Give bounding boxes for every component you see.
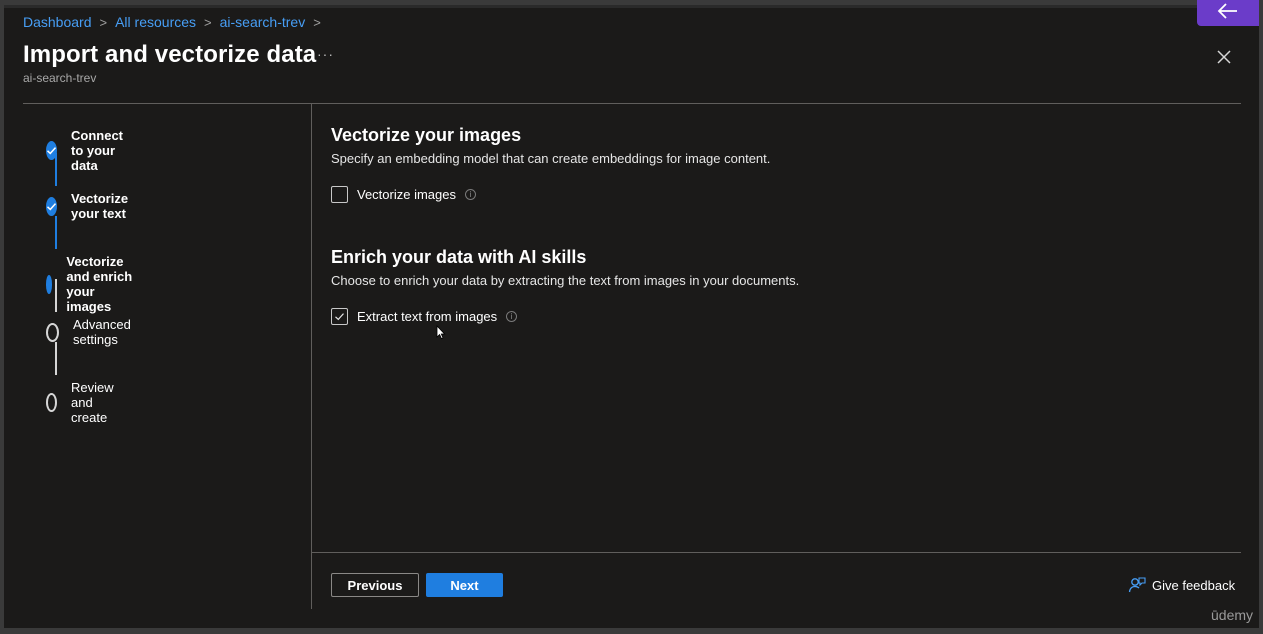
step-connect[interactable]: Connect to your data	[46, 128, 131, 173]
footer-divider	[312, 552, 1241, 553]
step-vectorize-text[interactable]: Vectorize your text	[46, 191, 136, 221]
current-step-icon	[46, 274, 53, 294]
breadcrumb: Dashboard > All resources > ai-search-tr…	[23, 14, 329, 30]
vectorize-description: Specify an embedding model that can crea…	[331, 151, 771, 166]
back-button[interactable]	[1197, 0, 1259, 26]
sidebar-divider	[311, 104, 312, 609]
arrow-left-icon	[1217, 2, 1237, 19]
more-options-button[interactable]: ···	[317, 46, 334, 62]
udemy-watermark: ūdemy	[1211, 607, 1254, 623]
step-connector	[55, 216, 57, 249]
pending-step-icon	[46, 322, 60, 342]
enrich-heading: Enrich your data with AI skills	[331, 247, 587, 267]
breadcrumb-ai-search-trev[interactable]: ai-search-trev	[220, 14, 306, 30]
close-button[interactable]	[1214, 47, 1234, 67]
header-divider	[23, 103, 1241, 104]
checkmark-icon	[335, 313, 344, 321]
import-wizard-blade: Dashboard > All resources > ai-search-tr…	[4, 5, 1259, 628]
next-button[interactable]: Next	[426, 573, 503, 597]
feedback-person-icon	[1128, 577, 1146, 593]
vectorize-images-row: Vectorize images i	[331, 186, 799, 203]
extract-text-label[interactable]: Extract text from images	[357, 309, 497, 324]
info-icon[interactable]: i	[506, 311, 518, 322]
step-label: Review and create	[71, 380, 114, 425]
pending-step-icon	[46, 393, 58, 412]
step-label: Vectorize and enrich your images	[66, 254, 133, 314]
give-feedback-link[interactable]: Give feedback	[1128, 576, 1235, 594]
chevron-right-icon: >	[313, 14, 321, 30]
previous-button[interactable]: Previous	[331, 573, 419, 597]
extract-text-checkbox[interactable]	[331, 308, 348, 325]
give-feedback-label: Give feedback	[1152, 577, 1236, 593]
extract-text-row: Extract text from images i	[331, 308, 799, 325]
step-label: Advanced settings	[73, 317, 131, 347]
step-review-create[interactable]: Review and create	[46, 380, 122, 425]
vectorize-images-label[interactable]: Vectorize images	[357, 187, 456, 202]
breadcrumb-all-resources[interactable]: All resources	[115, 14, 196, 30]
vectorize-images-checkbox[interactable]	[331, 186, 348, 203]
info-icon[interactable]: i	[465, 189, 476, 200]
step-label: Vectorize your text	[71, 191, 129, 221]
main-content: Vectorize your images Specify an embeddi…	[331, 125, 799, 325]
step-label: Connect to your data	[71, 128, 123, 173]
checkmark-icon	[46, 196, 57, 216]
enrich-description: Choose to enrich your data by extracting…	[331, 273, 800, 288]
step-connector	[55, 153, 57, 186]
vectorize-heading: Vectorize your images	[331, 125, 522, 145]
chevron-right-icon: >	[99, 14, 108, 30]
step-advanced-settings[interactable]: Advanced settings	[46, 317, 137, 347]
top-strip	[4, 5, 1259, 8]
breadcrumb-dashboard[interactable]: Dashboard	[23, 14, 92, 30]
step-vectorize-images[interactable]: Vectorize and enrich your images	[46, 254, 136, 314]
step-connector	[55, 342, 57, 375]
page-title: Import and vectorize data	[23, 41, 317, 68]
close-icon	[1217, 50, 1231, 64]
page-subtitle: ai-search-trev	[23, 71, 97, 85]
mouse-cursor-icon	[436, 325, 446, 340]
step-connector	[55, 279, 57, 312]
chevron-right-icon: >	[204, 14, 212, 30]
